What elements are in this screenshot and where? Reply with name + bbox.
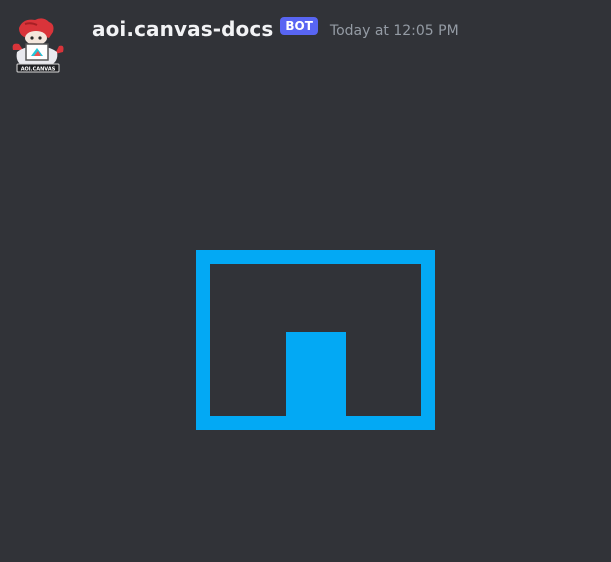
svg-text:AOI.CANVAS: AOI.CANVAS bbox=[21, 67, 56, 73]
chat-message: AOI.CANVAS aoi.canvas-docs BOT Today at … bbox=[0, 0, 611, 562]
bot-avatar[interactable]: AOI.CANVAS bbox=[9, 16, 65, 74]
bot-badge: BOT bbox=[280, 17, 318, 35]
message-timestamp[interactable]: Today at 12:05 PM bbox=[330, 23, 459, 39]
avatar-mascot-icon: AOI.CANVAS bbox=[12, 18, 64, 73]
author-username[interactable]: aoi.canvas-docs bbox=[92, 17, 273, 41]
canvas-inner-block-shape bbox=[286, 332, 346, 422]
message-header: aoi.canvas-docs BOT Today at 12:05 PM bbox=[92, 14, 459, 44]
canvas-attachment-image[interactable] bbox=[196, 250, 438, 431]
